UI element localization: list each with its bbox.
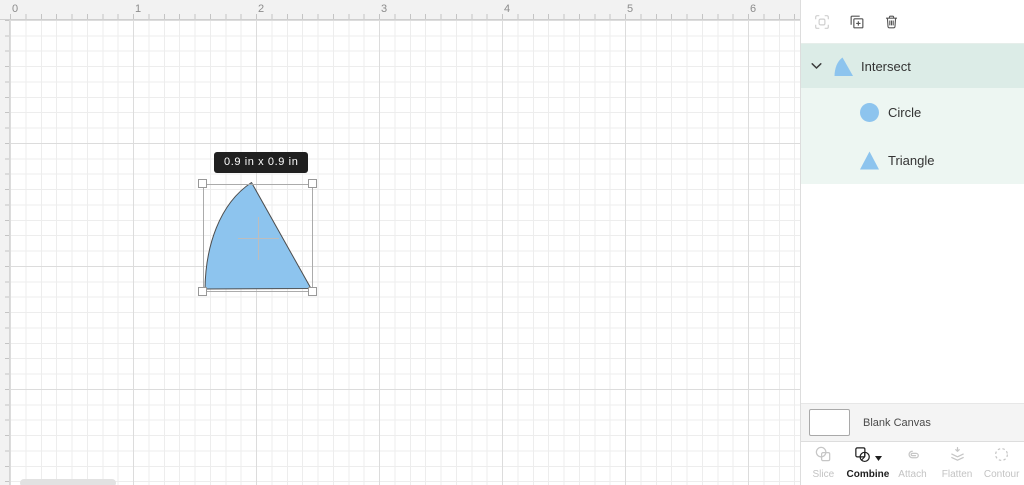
contour-icon (992, 445, 1011, 469)
layer-label: Circle (888, 104, 922, 120)
tool-label: Slice (812, 468, 835, 480)
bottom-toolbar: Slice Combine Attach Flatten Contour (801, 441, 1024, 485)
tool-label: Flatten (941, 468, 973, 480)
selection-center-crosshair (258, 217, 259, 260)
layers-panel: Intersect Circle Triangle Blank Canvas S… (800, 0, 1024, 485)
canvas-swatch[interactable] (809, 409, 850, 436)
multi-select-icon[interactable] (813, 13, 831, 31)
selection-handle-top-right[interactable] (308, 179, 317, 188)
circle-thumbnail-icon (859, 102, 880, 123)
attach-icon (903, 445, 922, 469)
panel-spacer (801, 184, 1024, 403)
contour-button: Contour (979, 442, 1024, 485)
trash-icon[interactable] (883, 13, 900, 31)
duplicate-icon[interactable] (848, 13, 866, 31)
flatten-button: Flatten (935, 442, 980, 485)
vertical-ruler (0, 20, 10, 485)
intersect-thumbnail-icon (833, 56, 854, 77)
tool-label: Attach (898, 468, 927, 480)
triangle-thumbnail-icon (859, 150, 880, 171)
dropdown-caret-icon (875, 448, 883, 466)
layer-label: Intersect (861, 58, 911, 74)
selection-handle-top-left[interactable] (198, 179, 207, 188)
canvas-grid[interactable] (10, 20, 800, 485)
selection-handle-bottom-left[interactable] (198, 287, 207, 296)
slice-button: Slice (801, 442, 846, 485)
chevron-down-icon[interactable] (811, 62, 822, 70)
ruler-ticks (5, 20, 9, 485)
horizontal-scrollbar-thumb[interactable] (20, 479, 116, 485)
layers-toolbar (801, 0, 1024, 43)
canvas-area[interactable]: 0 1 2 3 4 5 6 0.9 in x 0.9 in (0, 0, 800, 485)
attach-button: Attach (890, 442, 935, 485)
design-app: 0 1 2 3 4 5 6 0.9 in x 0.9 in Intersect … (0, 0, 1024, 485)
layer-row-circle[interactable]: Circle (801, 88, 1024, 136)
tool-label: Contour (983, 468, 1020, 480)
flatten-icon (948, 445, 967, 469)
blank-canvas-label: Blank Canvas (863, 416, 931, 429)
horizontal-ruler: 0 1 2 3 4 5 6 (0, 0, 800, 20)
selection-handle-bottom-right[interactable] (308, 287, 317, 296)
layer-children: Circle Triangle (801, 88, 1024, 184)
layer-row-triangle[interactable]: Triangle (801, 136, 1024, 184)
layer-row-intersect[interactable]: Intersect (801, 43, 1024, 88)
blank-canvas-row[interactable]: Blank Canvas (801, 403, 1024, 441)
tool-label: Combine (846, 468, 890, 480)
ruler-ticks (10, 14, 800, 19)
size-tooltip: 0.9 in x 0.9 in (214, 152, 309, 173)
combine-button[interactable]: Combine (846, 442, 891, 485)
layer-label: Triangle (888, 152, 935, 168)
slice-icon (814, 445, 833, 469)
combine-icon (853, 445, 872, 469)
